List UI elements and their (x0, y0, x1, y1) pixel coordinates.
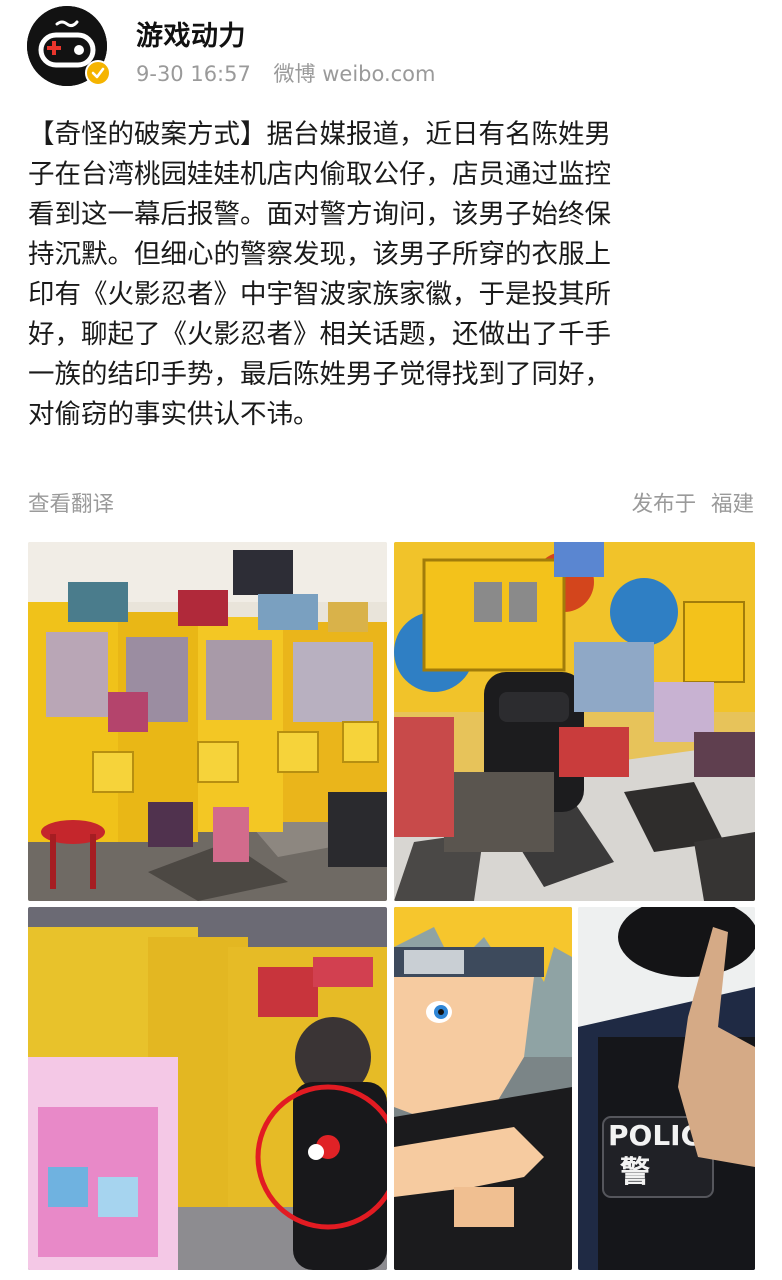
post-location: 发布于 福建 (624, 487, 754, 518)
post-meta: 9-30 16:57 微博 weibo.com (136, 58, 452, 88)
post-actions-row: 查看翻译 发布于 福建 (28, 487, 754, 519)
verified-badge-icon (85, 60, 111, 86)
post-timestamp: 9-30 16:57 (136, 62, 251, 86)
location-prefix: 发布于 (631, 492, 697, 517)
translate-link[interactable]: 查看翻译 (28, 487, 114, 518)
post-source[interactable]: 微博 weibo.com (274, 62, 436, 86)
cctv-suspect-photo[interactable] (28, 907, 387, 1270)
bags-and-boxes-photo[interactable] (394, 542, 755, 901)
claw-machine-store-photo[interactable] (28, 542, 387, 901)
post-text-line: 印有《火影忍者》中宇智波家族家徽，于是投其所 (28, 279, 611, 310)
post-text-line: 持沉默。但细心的警察发现，该男子所穿的衣服上 (28, 239, 611, 270)
police-patch-text: POLIC (608, 1119, 701, 1152)
post-text-line: 对偷窃的事实供认不讳。 (28, 399, 320, 430)
police-patch-char: 警 (620, 1155, 650, 1190)
naruto-hand-sign-photo[interactable] (394, 907, 572, 1270)
police-officer-photo[interactable]: POLIC 警 (578, 907, 755, 1270)
post-body: 【奇怪的破案方式】据台媒报道，近日有名陈姓男 子在台湾桃园娃娃机店内偷取公仔，店… (28, 115, 758, 435)
post-text-line: 子在台湾桃园娃娃机店内偷取公仔，店员通过监控 (28, 159, 611, 190)
username[interactable]: 游戏动力 (136, 14, 246, 53)
post-text-line: 好，聊起了《火影忍者》相关话题，还做出了千手 (28, 319, 611, 350)
location-name[interactable]: 福建 (711, 492, 754, 517)
post-header: 游戏动力 9-30 16:57 微博 weibo.com (0, 0, 782, 105)
post-text-line: 【奇怪的破案方式】据台媒报道，近日有名陈姓男 (28, 119, 611, 150)
post-text-line: 一族的结印手势，最后陈姓男子觉得找到了同好， (28, 359, 611, 390)
post-text-line: 看到这一幕后报警。面对警方询问，该男子始终保 (28, 199, 611, 230)
